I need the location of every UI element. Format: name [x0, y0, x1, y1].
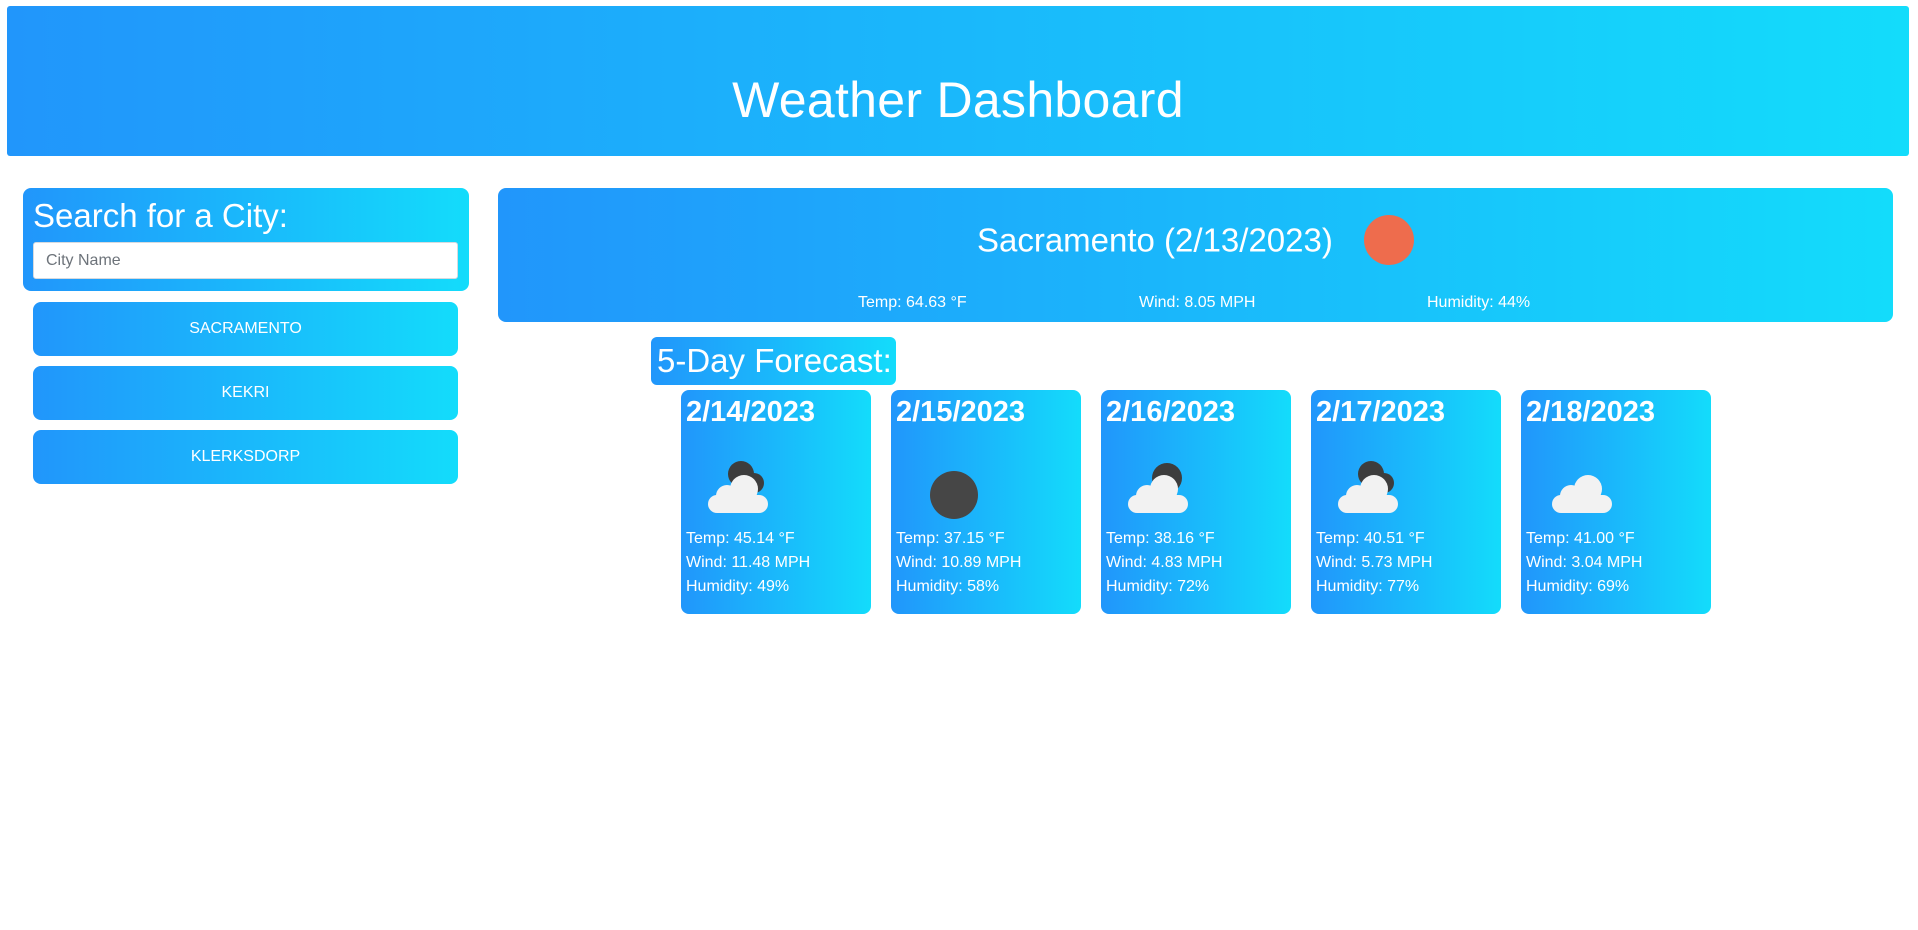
forecast-card: 2/18/2023 Temp: 41.00 °F Wind: 3.04 MPH … — [1521, 390, 1711, 614]
history-button-sacramento[interactable]: Sacramento — [33, 302, 458, 356]
forecast-card: 2/16/2023 Temp: 38.16 °F Wind: 4.83 MPH … — [1101, 390, 1291, 614]
forecast-humidity: Humidity: 69% — [1526, 578, 1630, 595]
forecast-humidity: Humidity: 49% — [686, 578, 790, 595]
forecast-date: 2/18/2023 — [1526, 396, 1656, 428]
current-weather-panel: Sacramento (2/13/2023) Temp: 64.63 °F Wi… — [498, 188, 1893, 322]
search-panel: Search for a City: — [23, 188, 469, 291]
forecast-humidity: Humidity: 58% — [896, 578, 1000, 595]
city-search-input[interactable] — [33, 242, 458, 279]
forecast-date: 2/14/2023 — [686, 396, 816, 428]
current-humidity: Humidity: 44% — [1427, 294, 1531, 311]
forecast-wind: Wind: 11.48 MPH — [686, 554, 811, 571]
forecast-temp: Temp: 38.16 °F — [1106, 530, 1215, 547]
forecast-temp: Temp: 45.14 °F — [686, 530, 795, 547]
forecast-card: 2/14/2023 Temp: 45.14 °F Wind: 11.48 MPH… — [681, 390, 871, 614]
scattered-clouds-icon — [1114, 443, 1214, 523]
search-title: Search for a City: — [33, 197, 288, 234]
forecast-humidity: Humidity: 77% — [1316, 578, 1420, 595]
history-button-klerksdorp[interactable]: Klerksdorp — [33, 430, 458, 484]
broken-clouds-icon — [694, 443, 794, 523]
forecast-date: 2/16/2023 — [1106, 396, 1236, 428]
forecast-temp: Temp: 37.15 °F — [896, 530, 1005, 547]
current-city-date: Sacramento (2/13/2023) — [976, 221, 1333, 259]
sun-icon — [1364, 215, 1415, 265]
cloud-icon — [1534, 443, 1634, 523]
forecast-wind: Wind: 4.83 MPH — [1106, 554, 1223, 571]
current-temp: Temp: 64.63 °F — [858, 294, 967, 311]
history-button-kekri[interactable]: Kekri — [33, 366, 458, 420]
current-wind: Wind: 8.05 MPH — [1139, 294, 1256, 311]
page-header: Weather Dashboard — [7, 6, 1909, 156]
forecast-date: 2/15/2023 — [896, 396, 1026, 428]
overcast-icon — [904, 443, 1004, 523]
forecast-title: 5-Day Forecast: — [651, 337, 896, 385]
broken-clouds-icon — [1324, 443, 1424, 523]
forecast-date: 2/17/2023 — [1316, 396, 1446, 428]
page-title: Weather Dashboard — [732, 72, 1184, 128]
forecast-temp: Temp: 40.51 °F — [1316, 530, 1425, 547]
forecast-humidity: Humidity: 72% — [1106, 578, 1210, 595]
current-weather-heading: Sacramento (2/13/2023) — [498, 215, 1893, 268]
forecast-wind: Wind: 10.89 MPH — [896, 554, 1022, 571]
forecast-wind: Wind: 3.04 MPH — [1526, 554, 1643, 571]
forecast-wind: Wind: 5.73 MPH — [1316, 554, 1433, 571]
forecast-card: 2/15/2023 Temp: 37.15 °F Wind: 10.89 MPH… — [891, 390, 1081, 614]
forecast-temp: Temp: 41.00 °F — [1526, 530, 1635, 547]
forecast-card: 2/17/2023 Temp: 40.51 °F Wind: 5.73 MPH … — [1311, 390, 1501, 614]
